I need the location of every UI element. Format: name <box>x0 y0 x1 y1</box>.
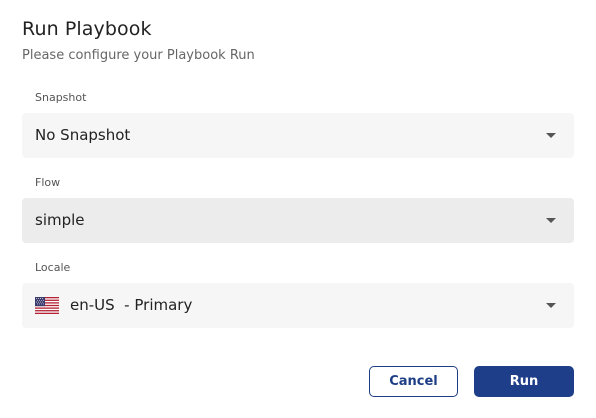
chevron-down-icon <box>546 133 556 138</box>
flow-select[interactable]: simple <box>22 198 574 243</box>
run-button[interactable]: Run <box>474 366 574 397</box>
snapshot-select[interactable]: No Snapshot <box>22 113 574 158</box>
snapshot-label: Snapshot <box>35 91 87 104</box>
chevron-down-icon <box>546 218 556 223</box>
chevron-down-icon <box>546 303 556 308</box>
locale-select[interactable]: en-US - Primary <box>22 283 574 328</box>
dialog-title: Run Playbook <box>22 18 152 40</box>
locale-select-value: en-US - Primary <box>70 296 193 314</box>
flow-select-value: simple <box>35 211 85 229</box>
cancel-button[interactable]: Cancel <box>369 366 458 397</box>
flow-label: Flow <box>35 176 61 189</box>
locale-label: Locale <box>35 261 71 274</box>
dialog-subtitle: Please configure your Playbook Run <box>22 48 255 63</box>
us-flag-icon <box>35 297 59 314</box>
snapshot-select-value: No Snapshot <box>35 126 131 144</box>
